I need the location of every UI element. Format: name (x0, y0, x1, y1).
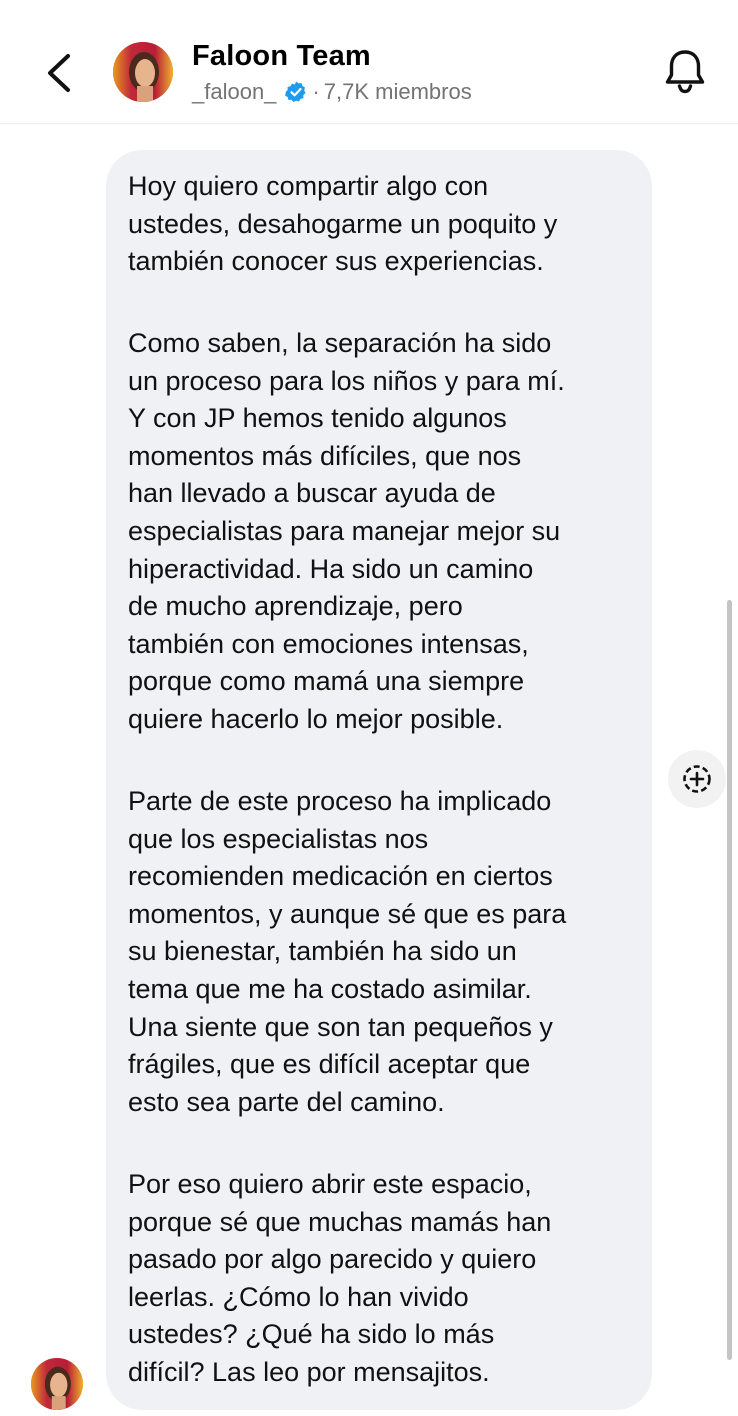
channel-subtitle: _faloon_ · 7,7K miembros (192, 79, 472, 105)
scrollbar[interactable] (727, 600, 732, 1360)
message-bubble[interactable]: Hoy quiero compartir algo con ustedes, d… (106, 150, 652, 1410)
message-paragraph: Como saben, la separación ha sido un pro… (128, 328, 565, 734)
avatar-image (31, 1358, 83, 1410)
channel-title[interactable]: Faloon Team (192, 40, 371, 73)
message-paragraph: Hoy quiero compartir algo con ustedes, d… (128, 171, 558, 277)
add-reaction-button[interactable] (668, 750, 726, 808)
bell-icon (665, 50, 705, 94)
sender-avatar[interactable] (31, 1358, 83, 1410)
subtitle-separator: · (312, 79, 320, 104)
chat-screen: Faloon Team _faloon_ · 7,7K miembros Hoy… (0, 0, 738, 1416)
notifications-button[interactable] (660, 44, 710, 98)
message-paragraph: Por eso quiero abrir este espacio, porqu… (128, 1169, 552, 1387)
back-button[interactable] (38, 46, 82, 98)
message-paragraph: Parte de este proceso ha implicado que l… (128, 786, 567, 1117)
channel-handle[interactable]: _faloon_ (192, 79, 276, 105)
verified-badge-icon (285, 81, 306, 102)
add-reaction-icon (683, 765, 711, 793)
channel-avatar[interactable] (113, 42, 173, 102)
channel-header: Faloon Team _faloon_ · 7,7K miembros (0, 0, 738, 124)
avatar-image (113, 42, 173, 102)
member-count[interactable]: 7,7K miembros (324, 79, 472, 105)
chevron-left-icon (48, 54, 70, 92)
